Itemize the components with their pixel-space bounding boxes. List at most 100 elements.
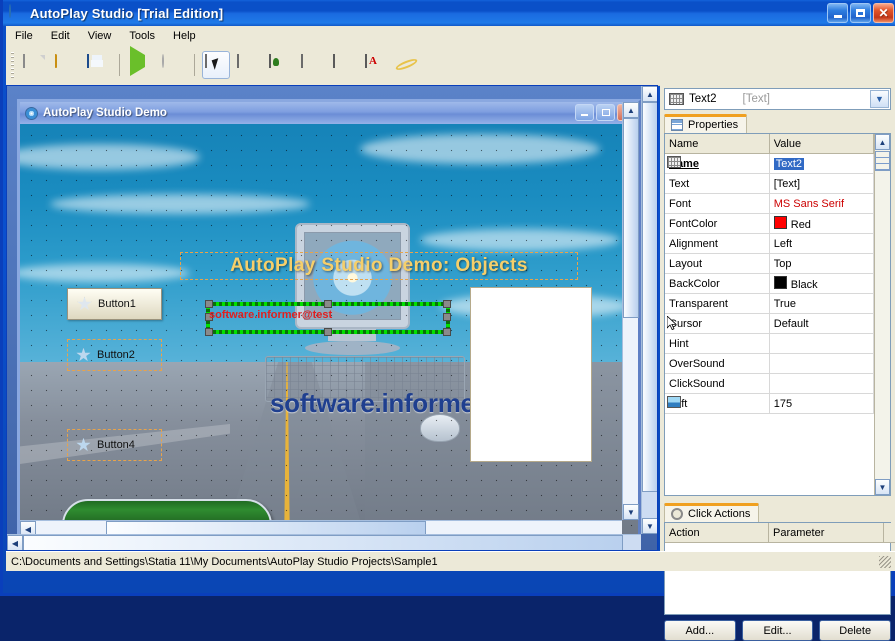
maximize-button[interactable] <box>850 3 871 23</box>
table-row[interactable]: FontColor Red <box>665 214 874 234</box>
selected-text-content: software.informer@test <box>209 309 332 321</box>
properties-scroll-up-arrow[interactable]: ▲ <box>875 134 890 150</box>
table-row[interactable]: OverSound <box>665 354 874 374</box>
tab-click-actions[interactable]: Click Actions <box>664 503 759 522</box>
image-object-icon <box>667 396 681 408</box>
properties-header-row: Name Value <box>665 134 874 154</box>
resize-handle-nw[interactable] <box>205 300 213 308</box>
table-row[interactable]: ClickSound <box>665 374 874 394</box>
designer-vertical-thumb[interactable] <box>642 102 658 492</box>
property-value[interactable]: Top <box>769 254 873 274</box>
property-value[interactable]: MS Sans Serif <box>769 194 873 214</box>
properties-scroll-thumb[interactable] <box>875 151 890 171</box>
add-button-object-button[interactable] <box>234 51 262 79</box>
mdi-minimize-button[interactable] <box>575 104 594 121</box>
property-value: Text2 <box>774 158 804 170</box>
add-web-object-button[interactable] <box>394 51 422 79</box>
menu-tools[interactable]: Tools <box>120 28 164 44</box>
menu-help[interactable]: Help <box>164 28 205 44</box>
mdi-title-text: AutoPlay Studio Demo <box>43 107 167 119</box>
designer-vertical-scrollbar[interactable]: ▲ ▼ <box>641 86 657 534</box>
property-name: Hint <box>665 334 769 354</box>
designer-scroll-up-arrow[interactable]: ▲ <box>642 86 658 102</box>
property-name: BackColor <box>665 274 769 294</box>
table-row[interactable]: BackColor Black <box>665 274 874 294</box>
image-placeholder-1[interactable] <box>470 287 592 462</box>
property-value[interactable]: [Text] <box>769 174 873 194</box>
window-controls: ✕ <box>827 3 894 23</box>
property-value[interactable]: True <box>769 294 873 314</box>
cd-disc-icon <box>9 5 25 21</box>
property-name: Cursor <box>665 314 769 334</box>
label-object-icon <box>301 55 323 75</box>
designer-horizontal-thumb[interactable] <box>23 535 623 551</box>
table-row[interactable]: Transparent True <box>665 294 874 314</box>
table-row[interactable]: Layout Top <box>665 254 874 274</box>
tab-properties[interactable]: Properties <box>664 114 747 133</box>
property-value[interactable]: Default <box>769 314 873 334</box>
add-text-object-button[interactable]: A <box>362 51 390 79</box>
table-row[interactable]: Left 175 <box>665 394 874 414</box>
designer-horizontal-scrollbar[interactable]: ◀ <box>7 534 641 550</box>
toolbar-grip[interactable] <box>11 52 14 78</box>
add-image-object-button[interactable] <box>266 51 294 79</box>
add-label-object-button[interactable] <box>298 51 326 79</box>
property-value[interactable]: 175 <box>769 394 873 414</box>
property-value[interactable] <box>769 354 873 374</box>
chevron-down-icon[interactable]: ▼ <box>870 90 889 108</box>
canvas-vertical-scrollbar[interactable]: ▲ ▼ <box>622 102 638 520</box>
designer-scroll-left-arrow[interactable]: ◀ <box>7 535 23 551</box>
new-project-button[interactable] <box>20 51 48 79</box>
resize-handle-e[interactable] <box>443 313 451 321</box>
property-value[interactable]: Left <box>769 234 873 254</box>
text-object-icon <box>669 93 684 105</box>
design-canvas[interactable]: software.informer AutoPlay Studio Demo: … <box>20 124 638 536</box>
menu-view[interactable]: View <box>79 28 121 44</box>
table-row[interactable]: Alignment Left <box>665 234 874 254</box>
canvas-button4[interactable]: Button4 <box>67 429 162 461</box>
gear-icon <box>671 508 683 520</box>
menu-edit[interactable]: Edit <box>42 28 79 44</box>
banner-text-object[interactable]: AutoPlay Studio Demo: Objects <box>180 252 578 280</box>
close-button[interactable]: ✕ <box>873 3 894 23</box>
build-button[interactable] <box>159 51 187 79</box>
scroll-up-arrow[interactable]: ▲ <box>623 102 639 118</box>
selected-text-object[interactable]: software.informer@test <box>206 302 450 334</box>
resize-handle-s[interactable] <box>324 328 332 336</box>
resize-handle-n[interactable] <box>324 300 332 308</box>
select-tool-button[interactable] <box>202 51 230 79</box>
add-action-button[interactable]: Add... <box>664 620 736 641</box>
object-selector-combo[interactable]: Text2 [Text] ▼ <box>664 88 891 110</box>
properties-vertical-scrollbar[interactable]: ▲ ▼ <box>874 134 890 495</box>
canvas-button2-label: Button2 <box>97 349 135 361</box>
canvas-button2[interactable]: Button2 <box>67 339 162 371</box>
designer-scroll-down-arrow[interactable]: ▼ <box>642 518 658 534</box>
cd-burn-icon <box>162 55 184 75</box>
properties-scroll-down-arrow[interactable]: ▼ <box>875 479 890 495</box>
open-project-button[interactable] <box>52 51 80 79</box>
table-row[interactable]: Hint <box>665 334 874 354</box>
delete-action-button[interactable]: Delete <box>819 620 891 641</box>
resize-handle-se[interactable] <box>443 328 451 336</box>
minimize-button[interactable] <box>827 3 848 23</box>
resize-handle-ne[interactable] <box>443 300 451 308</box>
resize-handle-sw[interactable] <box>205 328 213 336</box>
mdi-maximize-button[interactable] <box>596 104 615 121</box>
table-row[interactable]: Text [Text] <box>665 174 874 194</box>
properties-grid[interactable]: Name Value Name Text2 Text [Text] Font M… <box>664 133 891 496</box>
menu-file[interactable]: File <box>6 28 42 44</box>
vertical-scroll-thumb[interactable] <box>623 118 639 318</box>
preview-button[interactable] <box>127 51 155 79</box>
scroll-down-arrow[interactable]: ▼ <box>623 504 639 520</box>
add-grid-object-button[interactable] <box>330 51 358 79</box>
table-row[interactable]: Name Text2 <box>665 154 874 174</box>
property-value[interactable] <box>769 374 873 394</box>
table-row[interactable]: Cursor Default <box>665 314 874 334</box>
table-row[interactable]: Font MS Sans Serif <box>665 194 874 214</box>
property-value[interactable] <box>769 334 873 354</box>
window-resize-grip[interactable] <box>879 556 891 568</box>
edit-action-button[interactable]: Edit... <box>742 620 814 641</box>
canvas-button1[interactable]: Button1 <box>67 288 162 320</box>
status-project-path: C:\Documents and Settings\Statia 11\My D… <box>11 556 438 568</box>
save-project-button[interactable] <box>84 51 112 79</box>
